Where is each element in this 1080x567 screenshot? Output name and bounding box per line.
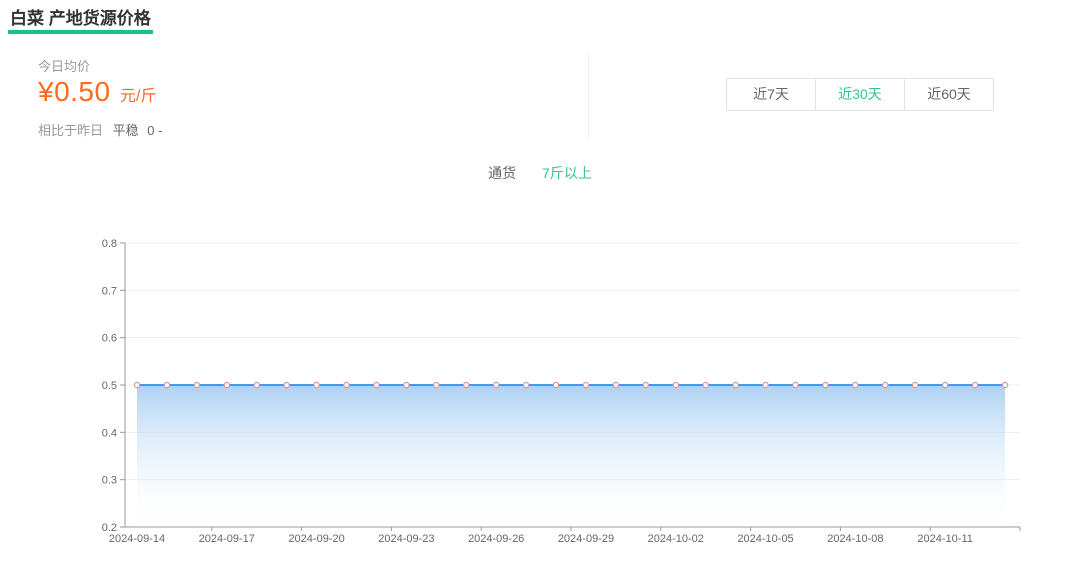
svg-text:2024-09-14: 2024-09-14 bbox=[109, 533, 165, 545]
svg-text:2024-10-05: 2024-10-05 bbox=[737, 533, 793, 545]
price-unit: 元/斤 bbox=[120, 88, 156, 105]
svg-text:2024-10-11: 2024-10-11 bbox=[917, 533, 972, 545]
svg-text:0.6: 0.6 bbox=[102, 333, 117, 345]
svg-text:2024-10-08: 2024-10-08 bbox=[827, 533, 883, 545]
svg-text:2024-09-29: 2024-09-29 bbox=[558, 533, 614, 545]
svg-text:0.5: 0.5 bbox=[102, 380, 117, 392]
spec-tab-0[interactable]: 通货 bbox=[488, 165, 516, 181]
compare-label: 相比于昨日 bbox=[38, 123, 103, 138]
svg-text:0.7: 0.7 bbox=[102, 285, 117, 297]
compare-yesterday: 相比于昨日 平稳 0 - bbox=[38, 120, 162, 139]
svg-text:0.3: 0.3 bbox=[102, 475, 117, 487]
price-value: ¥0.50 bbox=[38, 76, 111, 107]
svg-text:2024-09-17: 2024-09-17 bbox=[199, 533, 255, 545]
svg-text:0.8: 0.8 bbox=[102, 238, 117, 250]
svg-text:2024-09-20: 2024-09-20 bbox=[288, 533, 344, 545]
range-tab-2[interactable]: 近60天 bbox=[904, 79, 993, 110]
today-price: ¥0.50 元/斤 bbox=[38, 76, 156, 108]
svg-text:2024-09-23: 2024-09-23 bbox=[378, 533, 434, 545]
compare-delta: 0 - bbox=[147, 123, 162, 138]
spec-tab-1[interactable]: 7斤以上 bbox=[542, 165, 592, 181]
today-average-label: 今日均价 bbox=[38, 56, 90, 75]
compare-status: 平稳 bbox=[113, 123, 139, 138]
svg-text:2024-09-26: 2024-09-26 bbox=[468, 533, 524, 545]
price-line-chart: 0.20.30.40.50.60.70.82024-09-142024-09-1… bbox=[0, 230, 1080, 567]
vertical-divider bbox=[588, 52, 589, 140]
date-range-tabs: 近7天 近30天 近60天 bbox=[726, 78, 994, 111]
page-title: 白菜 产地货源价格 bbox=[8, 8, 153, 34]
spec-selector: 通货 7斤以上 bbox=[0, 163, 1080, 183]
range-tab-1[interactable]: 近30天 bbox=[815, 79, 904, 110]
svg-text:0.4: 0.4 bbox=[102, 427, 117, 439]
range-tab-0[interactable]: 近7天 bbox=[727, 79, 815, 110]
price-page: 白菜 产地货源价格 今日均价 ¥0.50 元/斤 相比于昨日 平稳 0 - 近7… bbox=[0, 0, 1080, 567]
svg-text:2024-10-02: 2024-10-02 bbox=[648, 533, 704, 545]
